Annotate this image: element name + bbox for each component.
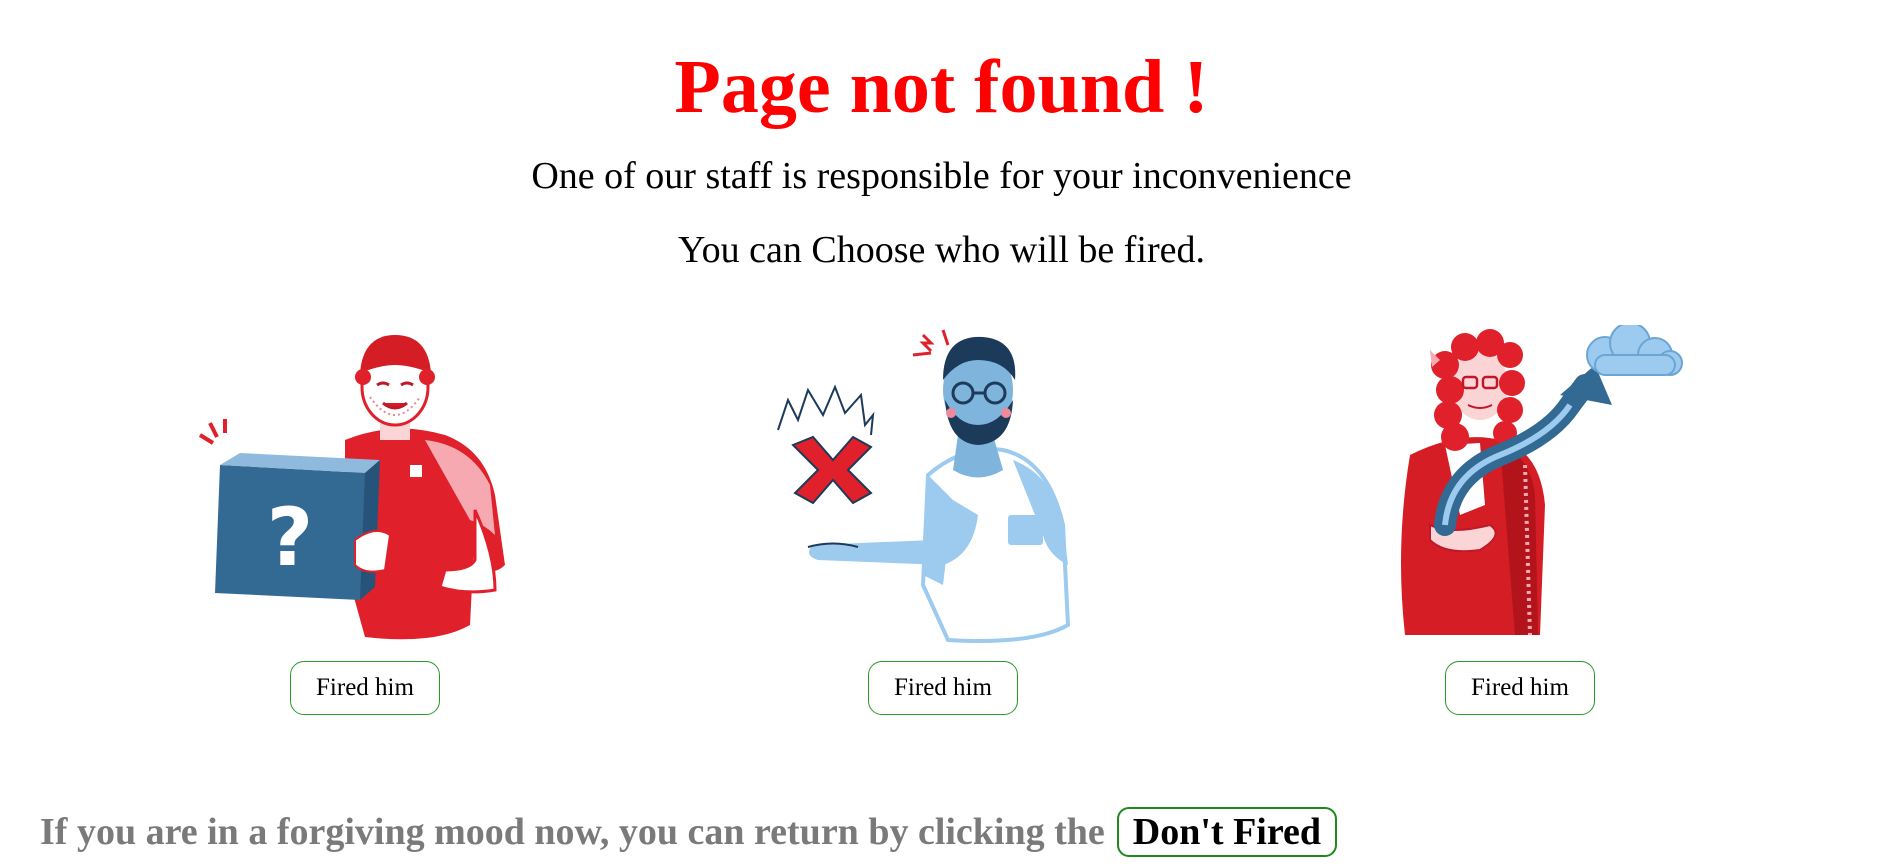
fire-staff-3-button[interactable]: Fired him [1445,661,1595,715]
dont-fired-button[interactable]: Don't Fired [1116,807,1338,857]
footer-forgive: If you are in a forgiving mood now, you … [40,802,1338,862]
error-page: Page not found ! One of our staff is res… [0,0,1883,868]
subtitle-choose: You can Choose who will be fired. [677,229,1206,271]
staff-card-1: ? Fired him [195,325,535,725]
page-title: Page not found ! [674,45,1209,129]
footer-text: If you are in a forgiving mood now, you … [40,811,1105,853]
fire-staff-1-button[interactable]: Fired him [290,661,440,715]
angry-man-illustration [777,329,1071,643]
svg-text:?: ? [267,491,313,584]
fire-staff-2-button[interactable]: Fired him [868,661,1018,715]
staff-card-3: Fired him [1350,325,1690,725]
staff-card-2: Fired him [773,325,1113,725]
curly-man-illustration [1401,325,1683,636]
delivery-man-illustration: ? [198,335,505,640]
subtitle-responsible: One of our staff is responsible for your… [531,155,1352,197]
